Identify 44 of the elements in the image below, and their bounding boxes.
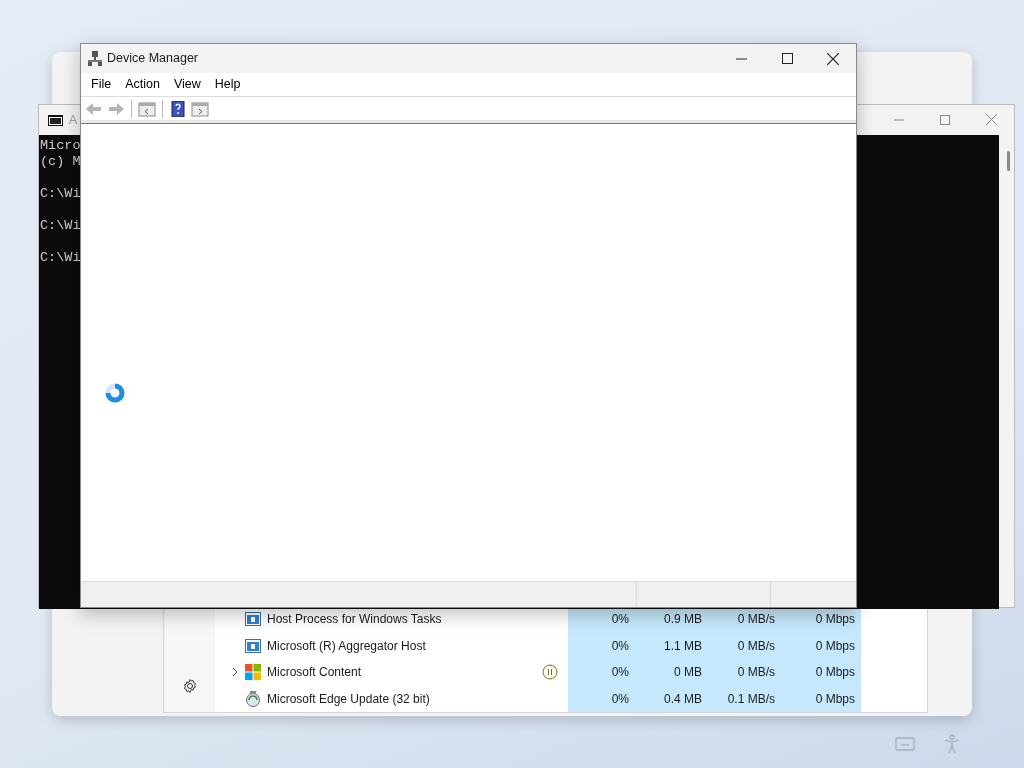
window-title: Device Manager (107, 50, 198, 68)
table-cell: 0% (568, 685, 635, 712)
console-line: C:\Wi (40, 218, 81, 234)
console-line: C:\Wi (40, 250, 81, 266)
panel-toggle-button[interactable] (138, 100, 156, 117)
close-icon (827, 52, 839, 65)
process-name[interactable]: Microsoft Content (267, 663, 362, 682)
scrollbar-thumb[interactable] (1007, 151, 1010, 171)
computer-network-icon (88, 51, 102, 66)
table-cell: 0% (568, 659, 635, 686)
menu-item[interactable]: File (84, 75, 119, 94)
table-cell: 0 Mbps (781, 685, 861, 712)
process-name[interactable]: Microsoft Edge Update (32 bit) (267, 689, 430, 708)
chevron-icon[interactable] (231, 667, 239, 678)
keyboard-icon[interactable] (895, 737, 915, 751)
table-cell: 0 Mbps (781, 659, 861, 686)
menu-item[interactable]: Action (118, 75, 167, 94)
table-cell: 0 MB (635, 659, 708, 686)
table-cell: 0 MB/s (708, 659, 781, 686)
update-globe-icon (245, 690, 261, 707)
app-window-icon (245, 611, 261, 628)
close-icon (985, 114, 997, 125)
console-line: C:\Wi (40, 186, 81, 202)
accessibility-icon[interactable] (943, 734, 961, 754)
help-button[interactable] (169, 100, 187, 117)
console-line: Micro (40, 138, 81, 154)
process-name[interactable]: Microsoft (R) Aggregator Host (267, 636, 426, 655)
menu-item[interactable]: View (166, 75, 208, 94)
app-window-icon (245, 637, 261, 654)
table-cell: 0 Mbps (781, 632, 861, 659)
table-cell: 0.1 MB/s (708, 685, 781, 712)
table-cell: 1.1 MB (635, 632, 708, 659)
console-line: (c) M (40, 154, 81, 170)
maximize-icon (781, 53, 793, 64)
four-squares-icon (245, 664, 261, 681)
window-title: A (69, 112, 77, 129)
maximize-icon (940, 114, 950, 125)
settings-icon[interactable] (181, 678, 198, 694)
console-icon (48, 114, 63, 126)
table-cell: 0% (568, 632, 635, 659)
process-name[interactable]: Host Process for Windows Tasks (267, 610, 442, 629)
table-cell: 0 MB/s (708, 632, 781, 659)
menu-item[interactable]: Help (207, 75, 248, 94)
table-cell: 0.4 MB (635, 685, 708, 712)
